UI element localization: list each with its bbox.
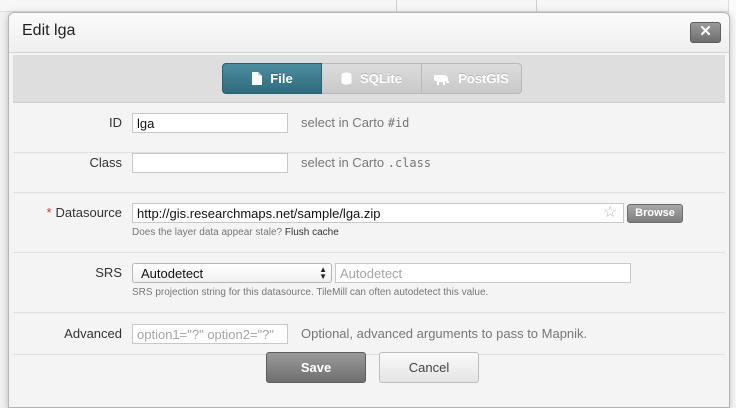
class-hint: select in Carto .class	[301, 155, 431, 170]
id-row: ID lga select in Carto #id	[13, 103, 725, 153]
background-toolbar	[0, 0, 736, 12]
id-hint-text: select in Carto	[301, 115, 385, 130]
background-divider	[396, 0, 397, 12]
class-hint-text: select in Carto	[301, 155, 385, 170]
cancel-button[interactable]: Cancel	[379, 352, 479, 383]
srs-select[interactable]: Autodetect ▲ ▼	[132, 263, 332, 283]
tab-file-label: File	[270, 71, 293, 86]
class-label: Class	[89, 155, 122, 170]
datasource-input[interactable]: http://gis.researchmaps.net/sample/lga.z…	[132, 203, 624, 223]
id-input[interactable]: lga	[132, 113, 288, 133]
datasource-type-tabs: File SQLite PostGIS	[13, 55, 725, 103]
datasource-help: Does the layer data appear stale? Flush …	[132, 227, 339, 238]
class-row: Class select in Carto .class	[13, 153, 725, 193]
class-input[interactable]	[132, 153, 288, 173]
id-hint-code: #id	[387, 116, 410, 130]
save-button[interactable]: Save	[266, 352, 366, 383]
advanced-hint: Optional, advanced arguments to pass to …	[301, 326, 588, 341]
id-label: ID	[109, 115, 122, 130]
close-icon: ✕	[699, 23, 712, 40]
srs-row: SRS Autodetect ▲ ▼ Autodetect SRS project…	[13, 253, 725, 313]
datasource-label: * Datasource	[46, 205, 122, 220]
tab-postgis[interactable]: PostGIS	[422, 63, 522, 94]
select-arrows-icon: ▲ ▼	[319, 265, 327, 281]
advanced-input[interactable]: option1="?" option2="?"	[132, 324, 288, 344]
dialog-header: Edit lga ✕	[9, 13, 729, 53]
browse-button[interactable]: Browse	[627, 204, 683, 223]
tab-sqlite-label: SQLite	[360, 71, 402, 86]
srs-help: SRS projection string for this datasourc…	[132, 287, 489, 298]
srs-label: SRS	[95, 265, 122, 280]
tab-postgis-label: PostGIS	[458, 71, 509, 86]
edit-layer-dialog: Edit lga ✕ File SQLite PostGIS ID lga se…	[8, 12, 730, 408]
tab-sqlite[interactable]: SQLite	[322, 63, 422, 94]
close-button[interactable]: ✕	[690, 22, 721, 43]
flush-cache-link[interactable]: Flush cache	[285, 227, 339, 238]
id-hint: select in Carto #id	[301, 115, 409, 130]
class-hint-code: .class	[387, 156, 432, 170]
database-icon	[341, 72, 352, 85]
advanced-row: Advanced option1="?" option2="?" Optiona…	[13, 313, 725, 355]
datasource-row: * Datasource http://gis.researchmaps.net/…	[13, 193, 725, 253]
srs-input[interactable]: Autodetect	[335, 263, 631, 283]
required-marker: *	[46, 205, 52, 220]
tab-file[interactable]: File	[222, 63, 322, 94]
dialog-title: Edit lga	[22, 22, 76, 39]
advanced-label: Advanced	[64, 326, 122, 341]
star-icon[interactable]: ☆	[603, 205, 617, 221]
datasource-help-text: Does the layer data appear stale?	[132, 227, 283, 238]
file-icon	[251, 72, 263, 85]
srs-select-value: Autodetect	[141, 266, 204, 281]
background-divider	[536, 0, 537, 12]
elephant-icon	[434, 73, 450, 85]
datasource-label-text: Datasource	[55, 205, 122, 220]
